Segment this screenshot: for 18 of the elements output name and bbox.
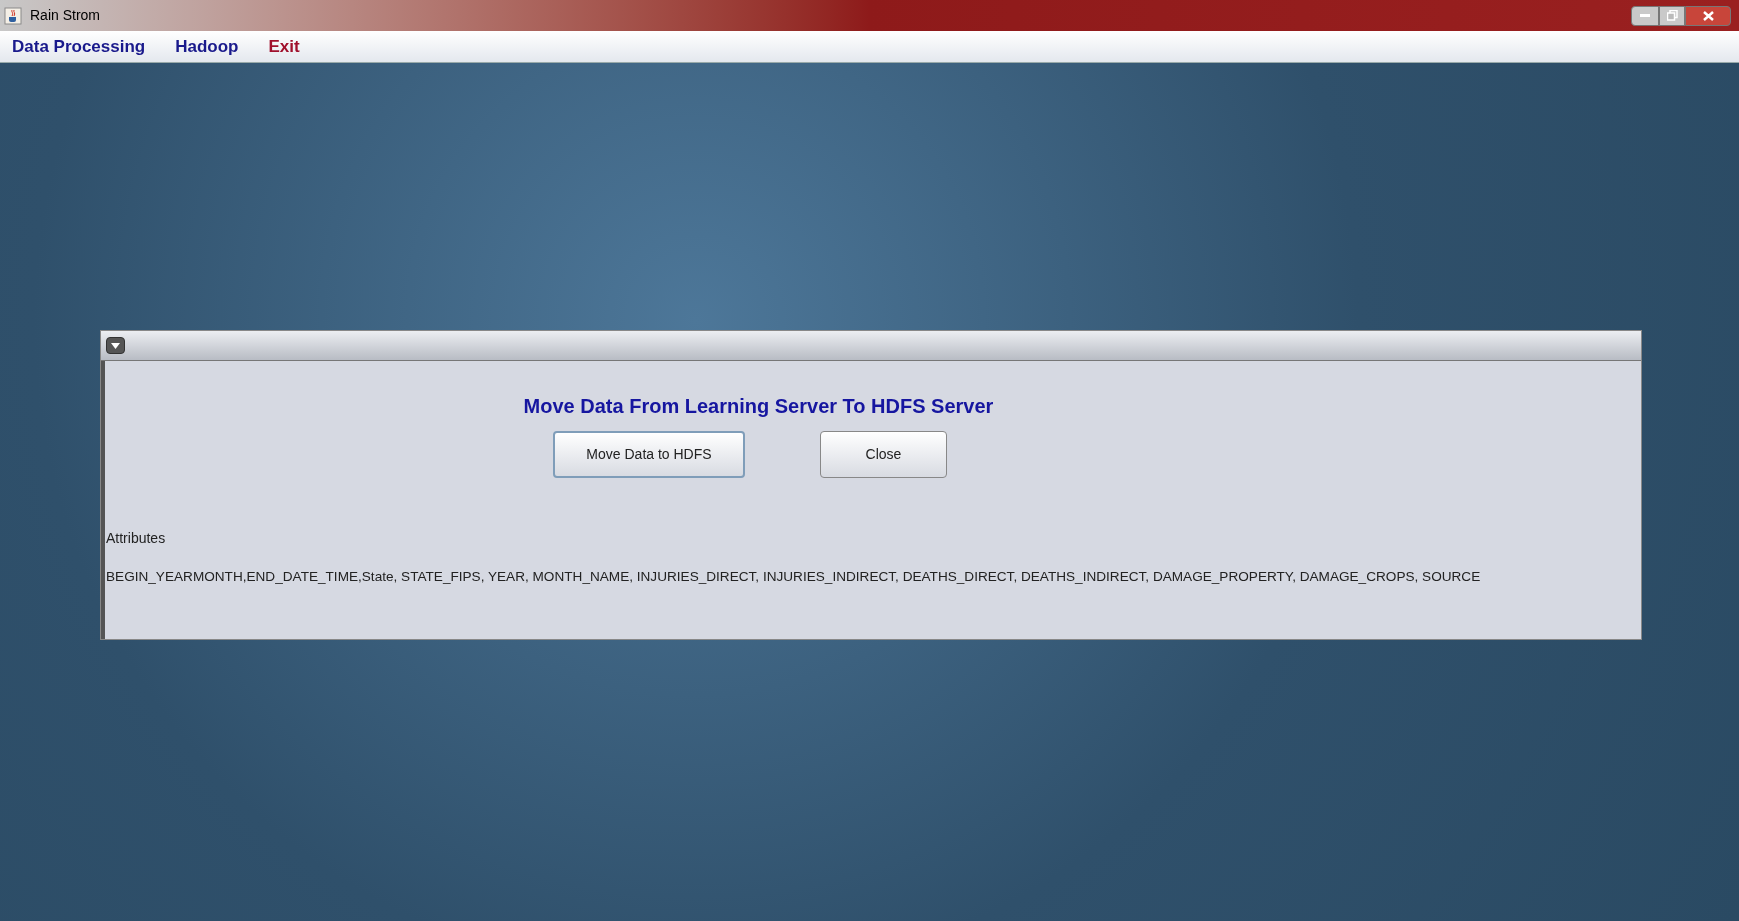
minimize-icon [1640,14,1650,17]
menu-item[interactable]: Data Processing [12,33,146,60]
close-button[interactable]: Close [820,431,947,478]
close-icon [1702,10,1714,21]
attributes-label: Attributes [106,529,166,548]
move-data-button[interactable]: Move Data to HDFS [553,431,745,478]
caret-icon [111,342,120,349]
java-cup-icon [4,6,22,25]
maximize-button[interactable] [1659,5,1685,26]
close-window-button[interactable] [1685,5,1731,26]
dialog-heading: Move Data From Learning Server To HDFS Server [523,394,994,419]
minimize-button[interactable] [1631,5,1659,26]
restore-icon [1666,10,1678,21]
dropdown-button[interactable] [106,337,125,354]
attributes-text: BEGIN_YEARMONTH,END_DATE_TIME,State, STATE_FIPS, YEAR, MONTH_NAME, INJURIES_DIRECT, INJURIES_INDIRECT, DEATHS_DIRECT, DEATHS_INDIRECT, DAMAGE_PROPERTY, DAMAGE_CROPS, SOURCE [106,568,1481,586]
menu-item[interactable]: Exit [268,33,300,60]
window-title: Rain Strom [30,6,101,25]
menu-item[interactable]: Hadoop [175,33,239,60]
